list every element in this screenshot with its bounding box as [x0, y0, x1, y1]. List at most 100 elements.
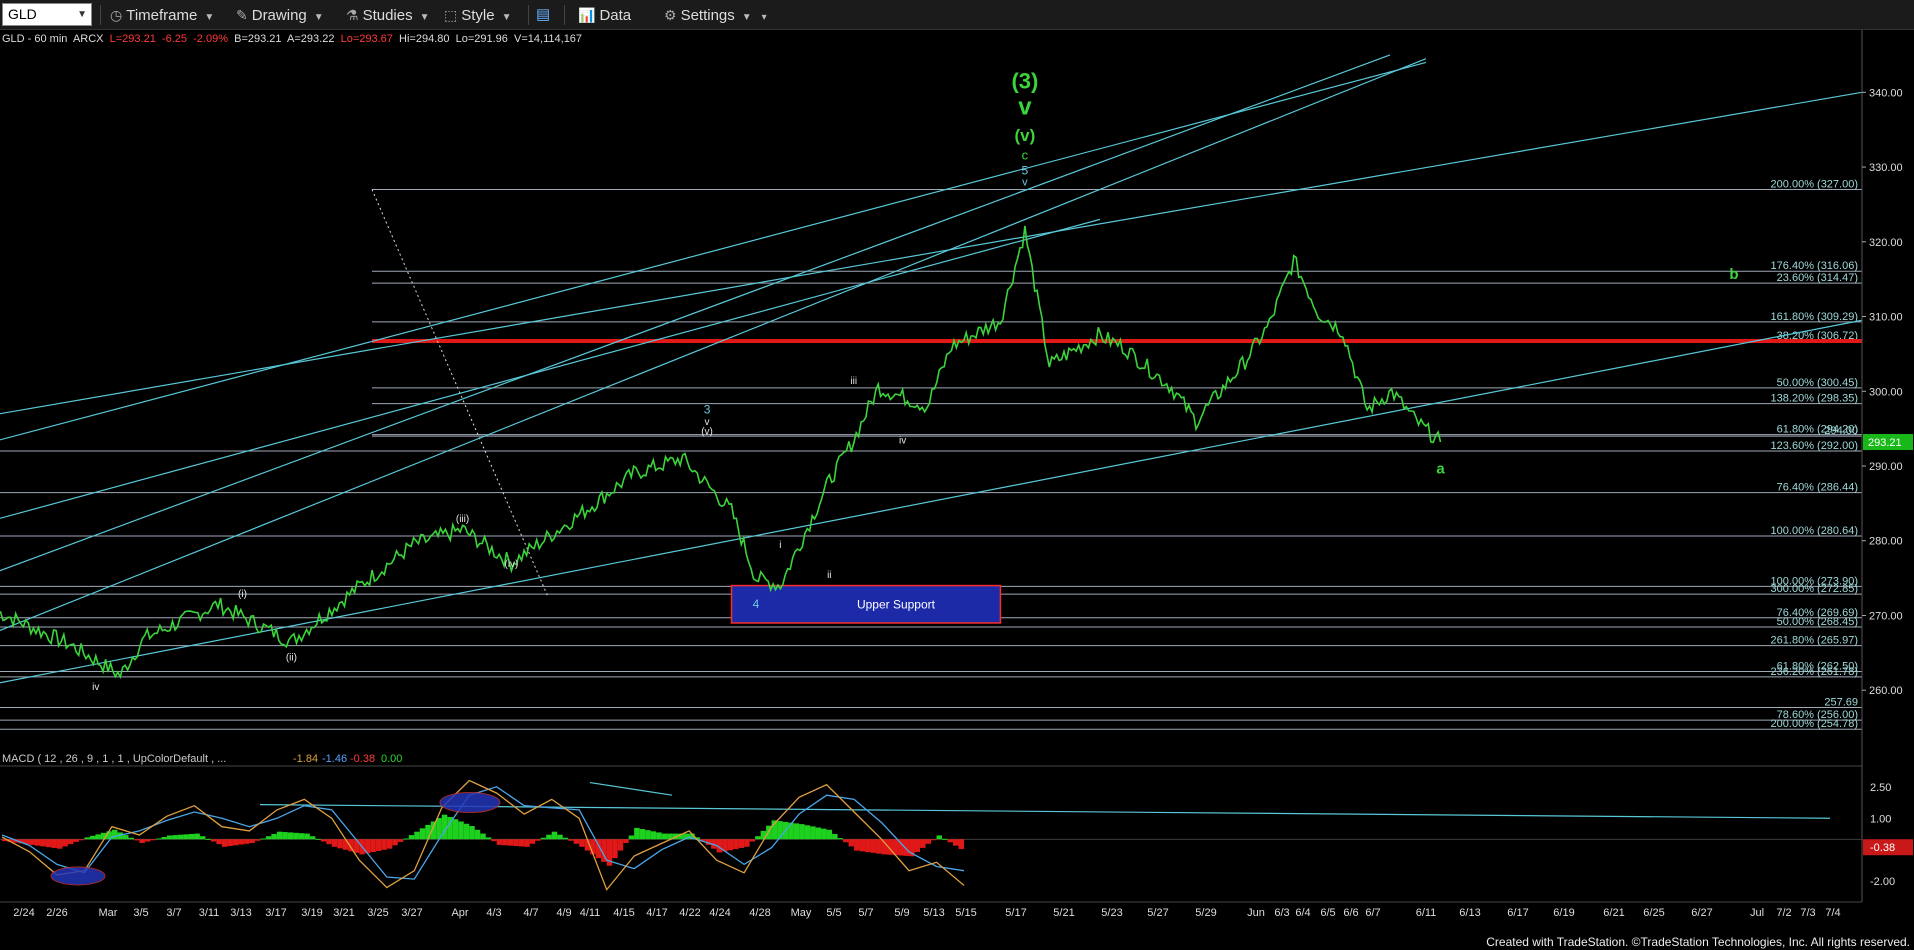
macd-tick-label: -2.00: [1870, 876, 1895, 888]
macd-histogram-bar: [936, 835, 943, 840]
macd-histogram-bar: [546, 834, 552, 840]
macd-histogram-bar: [370, 839, 376, 853]
macd-histogram-bar: [293, 832, 299, 840]
macd-histogram-bar: [623, 839, 629, 844]
drawing-button[interactable]: ✎ Drawing ▼: [236, 0, 324, 30]
macd-histogram-bar: [650, 831, 657, 840]
chevron-down-icon[interactable]: ▼: [77, 4, 87, 25]
x-tick-label: 4/15: [613, 907, 634, 919]
macd-histogram-bar: [315, 838, 321, 840]
clock-icon: ◷: [110, 7, 123, 23]
macd-histogram-bar: [271, 833, 277, 840]
macd-histogram-bar: [381, 839, 387, 850]
macd-histogram-bar: [876, 839, 882, 854]
layout-button[interactable]: ▤: [536, 0, 550, 30]
price-chart[interactable]: 200.00% (327.00) 176.40% (316.06)23.60% (…: [0, 30, 1914, 935]
macd-histogram-bar: [188, 833, 195, 840]
macd-histogram-bar: [914, 839, 921, 853]
macd-histogram-bar: [865, 839, 871, 853]
data-label: Data: [599, 7, 632, 24]
macd-histogram-bar: [84, 837, 90, 840]
trendline: [0, 319, 1863, 684]
timeframe-label: Timeframe: [126, 7, 198, 24]
macd-histogram-bar: [254, 839, 261, 841]
x-tick-label: 4/22: [679, 907, 700, 919]
bar-chart-icon: 📊: [578, 7, 596, 23]
x-tick-label: 5/9: [894, 907, 909, 919]
macd-histogram-bar: [942, 838, 948, 840]
macd-histogram-bar: [227, 839, 233, 847]
macd-histogram-bar: [216, 839, 222, 845]
x-tick-label: 3/7: [166, 907, 181, 919]
macd-histogram-bar: [480, 833, 486, 840]
gear-icon: ⚙: [664, 7, 677, 23]
style-button[interactable]: ⬚ Style ▼: [444, 0, 512, 30]
fib-level-label: 50.00% (300.45): [1777, 377, 1858, 389]
macd-histogram-bar: [150, 839, 156, 841]
studies-button[interactable]: ⚗ Studies ▼: [346, 0, 430, 30]
chevron-down-icon: ▼: [501, 12, 512, 23]
fib-level-label: 100.00% (280.64): [1771, 525, 1858, 537]
macd-histogram-bar: [821, 828, 827, 840]
macd-histogram-bar: [221, 839, 228, 847]
x-tick-label: 5/13: [923, 907, 944, 919]
x-tick-label: Jul: [1750, 907, 1764, 919]
macd-histogram-bar: [507, 839, 514, 846]
x-tick-label: 3/21: [333, 907, 354, 919]
macd-histogram-bar: [848, 839, 855, 847]
macd-histogram-bar: [265, 836, 272, 840]
x-tick-label: 5/23: [1101, 907, 1122, 919]
symbol-input[interactable]: GLD ▼: [2, 3, 92, 26]
macd-histogram-bar: [804, 825, 811, 840]
x-tick-label: 7/2: [1776, 907, 1791, 919]
y-tick-label: 260.00: [1869, 685, 1903, 697]
date-axis[interactable]: 2/24 2/26 Mar 3/5 3/7 3/11 3/13 3/17 3/19 3/21 3/2…: [0, 901, 1862, 919]
timeframe-button[interactable]: ◷ Timeframe ▼: [110, 0, 214, 30]
macd-histogram-bar: [155, 838, 162, 840]
x-tick-label: 6/3: [1274, 907, 1289, 919]
macd-histogram-bar: [161, 836, 167, 840]
y-tick-label: 290.00: [1869, 461, 1903, 473]
macd-histogram-bar: [540, 837, 547, 840]
macd-tick-label: 1.00: [1870, 813, 1891, 825]
macd-histogram-bar: [502, 839, 508, 846]
wave-label: (ii): [286, 652, 297, 663]
macd-histogram-bar: [287, 832, 294, 840]
data-button[interactable]: 📊 Data: [578, 0, 631, 30]
x-tick-label: 3/5: [133, 907, 148, 919]
macd-histogram-bar: [133, 839, 140, 841]
wave-label: 4: [753, 597, 760, 611]
x-tick-label: 5/17: [1005, 907, 1026, 919]
macd-value-2: -1.46: [322, 753, 347, 765]
x-tick-label: 3/13: [230, 907, 251, 919]
y-tick-label: 280.00: [1869, 536, 1903, 548]
macd-histogram-bar: [392, 839, 398, 846]
toolbar: GLD ▼ ◷ Timeframe ▼ ✎ Drawing ▼ ⚗ Studies ▼ ⬚ S…: [0, 0, 1914, 30]
wave-label: iv: [92, 682, 99, 693]
macd-histogram-bar: [205, 838, 211, 840]
x-tick-label: Mar: [99, 907, 118, 919]
fib-level-label: 261.80% (265.97): [1771, 635, 1858, 647]
macd-histogram-bar: [441, 814, 448, 840]
macd-histogram-bar: [562, 837, 569, 840]
macd-histogram-bar: [859, 839, 866, 852]
x-tick-label: 5/15: [955, 907, 976, 919]
chevron-down-icon: ▼: [419, 12, 430, 23]
chevron-down-icon: ▼: [204, 12, 215, 23]
macd-histogram-bar: [496, 839, 503, 845]
x-tick-label: 5/27: [1147, 907, 1168, 919]
x-tick-label: 6/6: [1343, 907, 1358, 919]
wave-label: (v): [1015, 126, 1036, 145]
macd-histogram-bar: [870, 839, 877, 853]
macd-panel: MACD ( 12 , 26 , 9 , 1 , 1 , UpColorDefa…: [0, 753, 1914, 902]
macd-histogram-bar: [337, 839, 343, 849]
settings-button[interactable]: ⚙ Settings ▼ ▾: [664, 0, 767, 30]
wave-label: (iv): [505, 559, 519, 570]
layout-icon: ▤: [536, 6, 551, 23]
x-tick-label: Apr: [451, 907, 468, 919]
macd-histogram-bar: [810, 826, 816, 840]
style-label: Style: [461, 7, 495, 24]
macd-histogram-bar: [172, 835, 178, 840]
trendline: [0, 218, 1101, 519]
macd-histogram-bar: [309, 836, 316, 840]
